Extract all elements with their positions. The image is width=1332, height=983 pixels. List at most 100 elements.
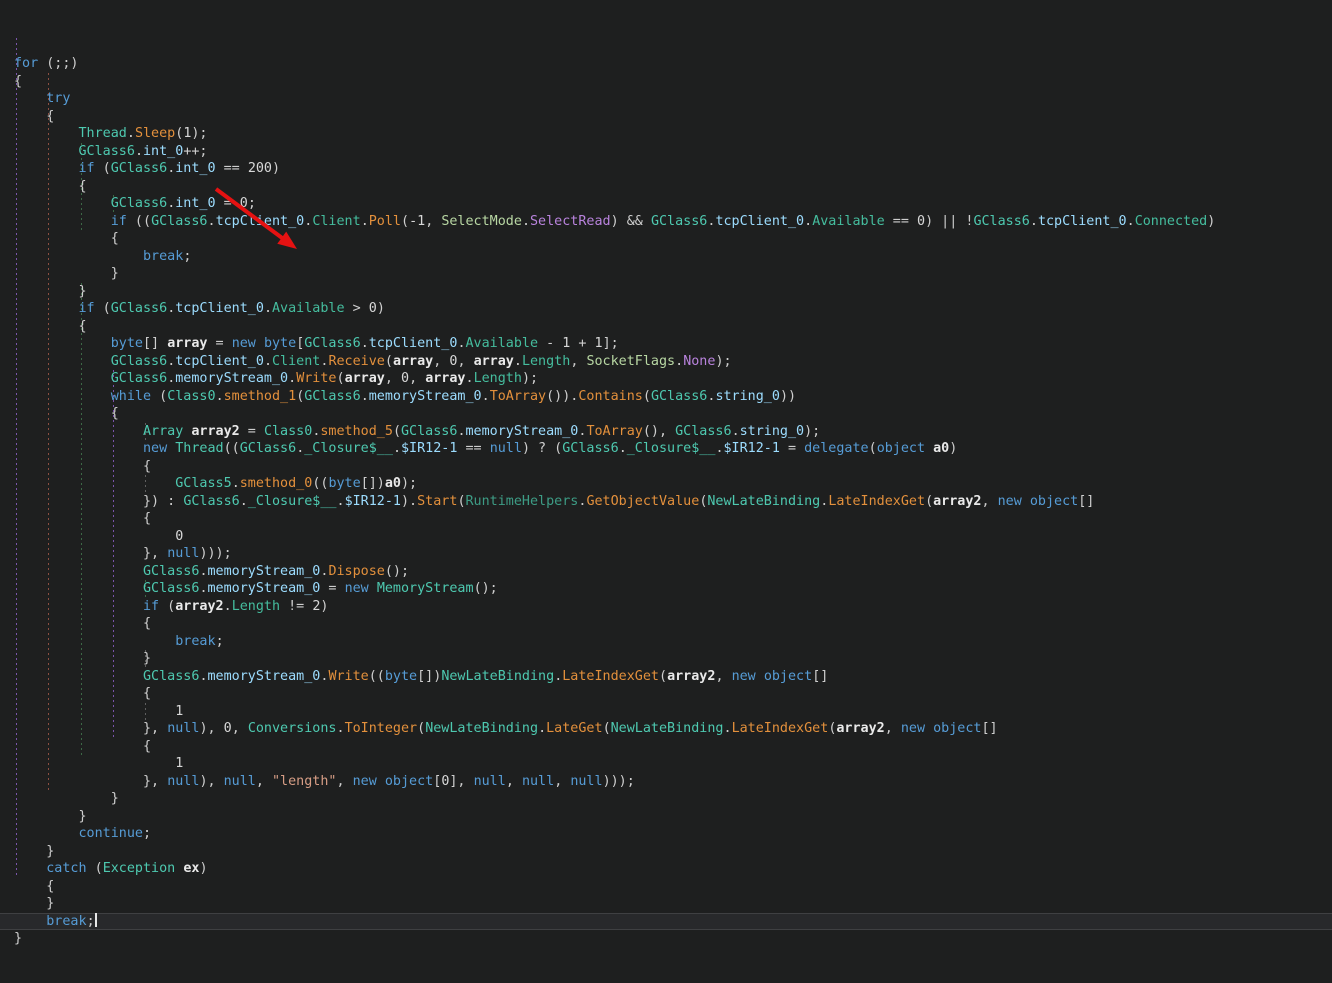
token-pn: (	[401, 214, 409, 229]
code-line[interactable]: }, null), 0, Conversions.ToInteger(NewLa…	[0, 720, 1332, 738]
code-line[interactable]: 0	[0, 528, 1332, 546]
token-pn: .	[208, 214, 216, 229]
code-line[interactable]: {	[0, 318, 1332, 336]
code-area[interactable]: for (;;){ try { Thread.Sleep(1); GClass6…	[0, 53, 1332, 948]
token-pn: .	[361, 336, 369, 351]
token-pn: ];	[603, 336, 619, 351]
token-nm: 1	[595, 336, 603, 351]
token-ty: NewLateBinding	[611, 721, 724, 736]
token-ty: Exception	[103, 861, 176, 876]
token-pn: ,	[982, 494, 998, 509]
code-line[interactable]: }	[0, 930, 1332, 948]
token-pn	[14, 336, 111, 351]
code-line[interactable]: Array array2 = Class0.smethod_5(GClass6.…	[0, 423, 1332, 441]
token-ef: None	[683, 354, 715, 369]
code-line[interactable]: 1	[0, 703, 1332, 721]
token-lo: array	[393, 354, 433, 369]
code-line[interactable]: if (GClass6.tcpClient_0.Available > 0)	[0, 300, 1332, 318]
code-line[interactable]: break;	[0, 248, 1332, 266]
token-pn: .	[804, 214, 812, 229]
code-line[interactable]: }	[0, 650, 1332, 668]
code-line[interactable]: GClass6.int_0++;	[0, 143, 1332, 161]
token-pn: .	[337, 494, 345, 509]
token-pn: ,	[457, 354, 473, 369]
code-line[interactable]: {	[0, 108, 1332, 126]
code-line[interactable]: GClass6.tcpClient_0.Client.Receive(array…	[0, 353, 1332, 371]
token-pn: );	[804, 424, 820, 439]
code-line[interactable]: if (array2.Length != 2)	[0, 598, 1332, 616]
code-line[interactable]: continue;	[0, 825, 1332, 843]
token-me: ToArray	[586, 424, 642, 439]
token-st: "length"	[272, 774, 337, 789]
code-line[interactable]: }	[0, 790, 1332, 808]
code-line[interactable]: }	[0, 808, 1332, 826]
token-ty: Thread	[79, 126, 127, 141]
token-kw: byte	[264, 336, 296, 351]
code-line[interactable]: {	[0, 738, 1332, 756]
code-line[interactable]: new Thread((GClass6._Closure$__.$IR12-1 …	[0, 440, 1332, 458]
token-pn: (	[643, 389, 651, 404]
code-line[interactable]: if (GClass6.int_0 == 200)	[0, 160, 1332, 178]
code-line[interactable]: GClass6.memoryStream_0.Write((byte[])New…	[0, 668, 1332, 686]
token-fl: memoryStream_0	[208, 581, 321, 596]
code-line[interactable]: {	[0, 73, 1332, 91]
code-line[interactable]: GClass6.memoryStream_0.Dispose();	[0, 563, 1332, 581]
token-pr: Client	[272, 354, 320, 369]
token-pn: .	[457, 336, 465, 351]
token-pn: (),	[643, 424, 675, 439]
token-pn: .	[361, 214, 369, 229]
code-line[interactable]: }	[0, 843, 1332, 861]
token-pn: }	[14, 266, 119, 281]
token-nm: 200	[248, 161, 272, 176]
code-line[interactable]: GClass6.int_0 = 0;	[0, 195, 1332, 213]
code-line[interactable]: {	[0, 510, 1332, 528]
code-line[interactable]: {	[0, 230, 1332, 248]
token-kw: byte	[385, 669, 417, 684]
code-line[interactable]: }, null)));	[0, 545, 1332, 563]
token-kw: null	[474, 774, 506, 789]
code-line[interactable]: GClass6.memoryStream_0.Write(array, 0, a…	[0, 370, 1332, 388]
token-lo: array	[474, 354, 514, 369]
token-pn: (	[603, 721, 611, 736]
token-pn: );	[715, 354, 731, 369]
code-line[interactable]: Thread.Sleep(1);	[0, 125, 1332, 143]
code-line[interactable]: {	[0, 178, 1332, 196]
code-line[interactable]: byte[] array = new byte[GClass6.tcpClien…	[0, 335, 1332, 353]
token-ty: NewLateBinding	[707, 494, 820, 509]
code-line[interactable]: {	[0, 615, 1332, 633]
token-pn: ;	[216, 634, 224, 649]
code-line[interactable]: {	[0, 685, 1332, 703]
code-line[interactable]: {	[0, 458, 1332, 476]
token-me: smethod_1	[224, 389, 297, 404]
token-ty: GClass6	[304, 336, 360, 351]
code-line[interactable]: {	[0, 878, 1332, 896]
code-line[interactable]: catch (Exception ex)	[0, 860, 1332, 878]
token-pn: =	[208, 336, 232, 351]
code-line[interactable]: }	[0, 265, 1332, 283]
token-pn: =	[320, 581, 344, 596]
code-line[interactable]: 1	[0, 755, 1332, 773]
token-ty: GClass6	[651, 214, 707, 229]
token-kw: if	[79, 161, 95, 176]
code-editor[interactable]: for (;;){ try { Thread.Sleep(1); GClass6…	[0, 0, 1332, 898]
code-line[interactable]: }) : GClass6._Closure$__.$IR12-1).Start(…	[0, 493, 1332, 511]
code-line[interactable]: }	[0, 283, 1332, 301]
code-line[interactable]: }, null), null, "length", new object[0],…	[0, 773, 1332, 791]
token-pn	[925, 721, 933, 736]
token-ty: _Closure$__	[627, 441, 716, 456]
code-line[interactable]: for (;;)	[0, 55, 1332, 73]
token-nm: 0	[401, 371, 409, 386]
code-line[interactable]: try	[0, 90, 1332, 108]
code-line[interactable]: break;	[0, 633, 1332, 651]
code-line[interactable]: if ((GClass6.tcpClient_0.Client.Poll(-1,…	[0, 213, 1332, 231]
code-line[interactable]: while (Class0.smethod_1(GClass6.memorySt…	[0, 388, 1332, 406]
code-line[interactable]: GClass6.memoryStream_0 = new MemoryStrea…	[0, 580, 1332, 598]
token-pr: Available	[272, 301, 345, 316]
code-line-current[interactable]: break;	[0, 913, 1332, 931]
code-line[interactable]: {	[0, 405, 1332, 423]
token-pn: )	[320, 599, 328, 614]
code-line[interactable]: GClass5.smethod_0((byte[])a0);	[0, 475, 1332, 493]
token-kw: object	[933, 721, 981, 736]
token-kw: break	[175, 634, 215, 649]
token-lo: array2	[667, 669, 715, 684]
